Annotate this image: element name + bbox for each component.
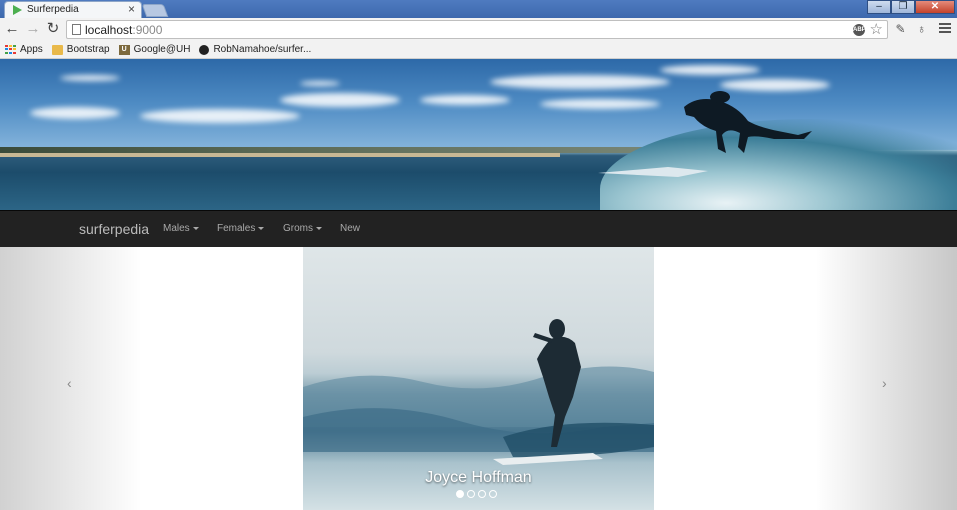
nav-dropdown-groms[interactable]: Groms <box>283 223 322 234</box>
bookmark-label: RobNamahoe/surfer... <box>213 44 312 55</box>
site-navbar: surferpedia Males Females Groms New <box>0 210 957 247</box>
new-tab-button[interactable] <box>141 4 169 17</box>
folder-icon <box>51 44 63 55</box>
carousel-indicator[interactable] <box>489 490 497 498</box>
header-banner-image <box>0 59 957 210</box>
carousel-indicators <box>456 490 500 498</box>
page-icon <box>72 24 81 35</box>
bookmark-apps[interactable]: Apps <box>5 44 43 55</box>
maximize-button[interactable]: ❐ <box>891 0 915 14</box>
tab-surferpedia[interactable]: Surferpedia × <box>4 1 142 18</box>
nav-dropdown-males[interactable]: Males <box>163 223 199 234</box>
bookmark-bootstrap[interactable]: Bootstrap <box>51 44 110 55</box>
bookmarks-bar: Apps Bootstrap U Google@UH RobNamahoe/su… <box>0 41 957 59</box>
menu-icon[interactable] <box>939 21 951 35</box>
extension-eyedropper-icon[interactable]: ✎ <box>893 22 908 37</box>
carousel-caption: Joyce Hoffman <box>425 469 532 486</box>
browser-titlebar: Surferpedia × – ❐ ✕ <box>0 0 957 18</box>
chevron-left-icon[interactable]: ‹ <box>67 375 72 391</box>
favicon-play-icon <box>13 5 22 15</box>
forward-arrow-icon[interactable]: → <box>25 21 41 37</box>
navbar-brand[interactable]: surferpedia <box>79 221 149 237</box>
surfer-silhouette-image <box>598 91 812 177</box>
bookmark-label: Bootstrap <box>66 44 110 55</box>
surfer-carousel: ‹ › Joyce Hoffman <box>0 247 957 510</box>
reload-icon[interactable]: ↻ <box>45 21 61 37</box>
chevron-right-icon[interactable]: › <box>882 375 887 391</box>
close-window-button[interactable]: ✕ <box>915 0 955 14</box>
window-controls: – ❐ ✕ <box>867 0 955 14</box>
adblock-icon[interactable]: ABP <box>853 24 866 36</box>
nav-link-new[interactable]: New <box>340 223 360 234</box>
bookmark-label: Google@UH <box>133 44 191 55</box>
tab-close-icon[interactable]: × <box>128 2 135 16</box>
caret-down-icon <box>316 226 322 230</box>
carousel-indicator[interactable] <box>467 490 475 498</box>
bookmark-google-uh[interactable]: U Google@UH <box>118 44 191 55</box>
nav-dropdown-females[interactable]: Females <box>217 223 265 234</box>
url-text[interactable]: localhost:9000 <box>85 23 162 37</box>
minimize-button[interactable]: – <box>867 0 891 14</box>
caret-down-icon <box>192 226 199 230</box>
uh-icon: U <box>118 44 130 55</box>
caret-down-icon <box>258 226 265 230</box>
apps-icon <box>5 44 16 55</box>
carousel-indicator[interactable] <box>478 490 486 498</box>
carousel-indicator[interactable] <box>456 490 464 498</box>
back-arrow-icon[interactable]: ← <box>4 21 20 37</box>
tab-title: Surferpedia <box>27 4 79 15</box>
bookmark-star-icon[interactable]: ☆ <box>870 21 883 38</box>
bookmark-label: Apps <box>20 44 43 55</box>
browser-toolbar: ← → ↻ localhost:9000 ABP ☆ ✎ ♁ <box>0 18 957 41</box>
github-icon <box>199 44 210 55</box>
address-bar[interactable]: localhost:9000 ABP ☆ <box>66 20 888 39</box>
bookmark-github-repo[interactable]: RobNamahoe/surfer... <box>199 44 311 55</box>
extension-balloon-icon[interactable]: ♁ <box>914 22 929 37</box>
